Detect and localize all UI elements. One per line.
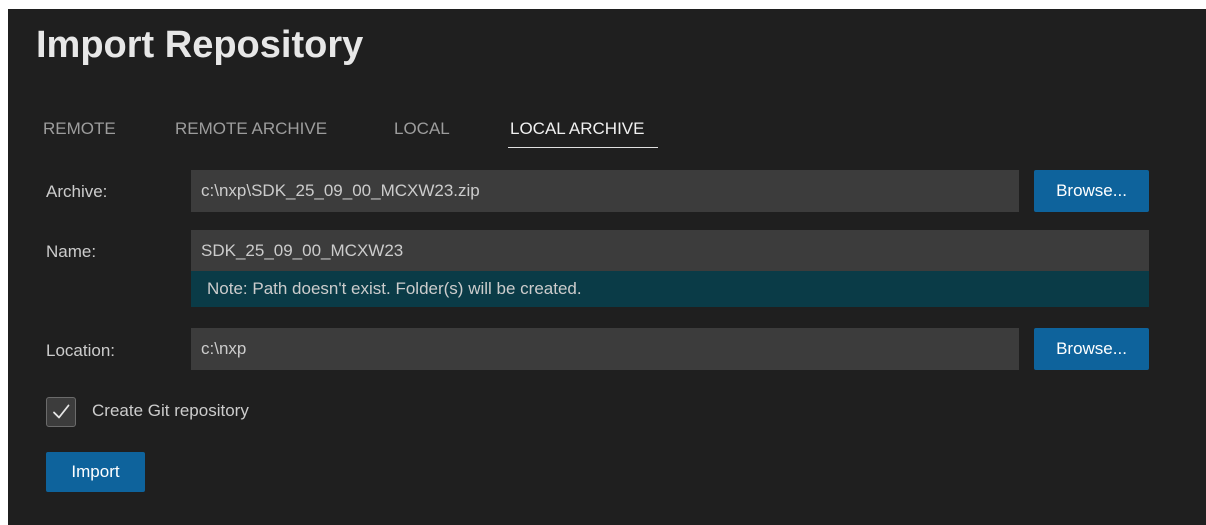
tab-remote[interactable]: REMOTE (43, 117, 116, 141)
tab-local-archive[interactable]: LOCAL ARCHIVE (510, 117, 644, 141)
location-label: Location: (46, 341, 115, 360)
tab-remote-archive[interactable]: REMOTE ARCHIVE (175, 117, 327, 141)
archive-path-input[interactable] (191, 170, 1019, 212)
active-tab-indicator (508, 147, 658, 148)
tab-local[interactable]: LOCAL (394, 117, 450, 141)
location-path-input[interactable] (191, 328, 1019, 370)
check-icon (53, 404, 70, 419)
location-browse-button[interactable]: Browse... (1034, 328, 1149, 370)
path-note: Note: Path doesn't exist. Folder(s) will… (191, 271, 1149, 307)
archive-browse-button[interactable]: Browse... (1034, 170, 1149, 212)
create-git-repository-checkbox[interactable] (46, 397, 76, 427)
repository-name-input[interactable] (191, 230, 1149, 272)
create-git-repository-label[interactable]: Create Git repository (92, 400, 249, 422)
page-title: Import Repository (36, 24, 364, 66)
archive-label: Archive: (46, 182, 108, 201)
import-button[interactable]: Import (46, 452, 145, 492)
import-repository-panel: Import Repository REMOTE REMOTE ARCHIVE … (8, 9, 1206, 525)
name-label: Name: (46, 242, 97, 261)
